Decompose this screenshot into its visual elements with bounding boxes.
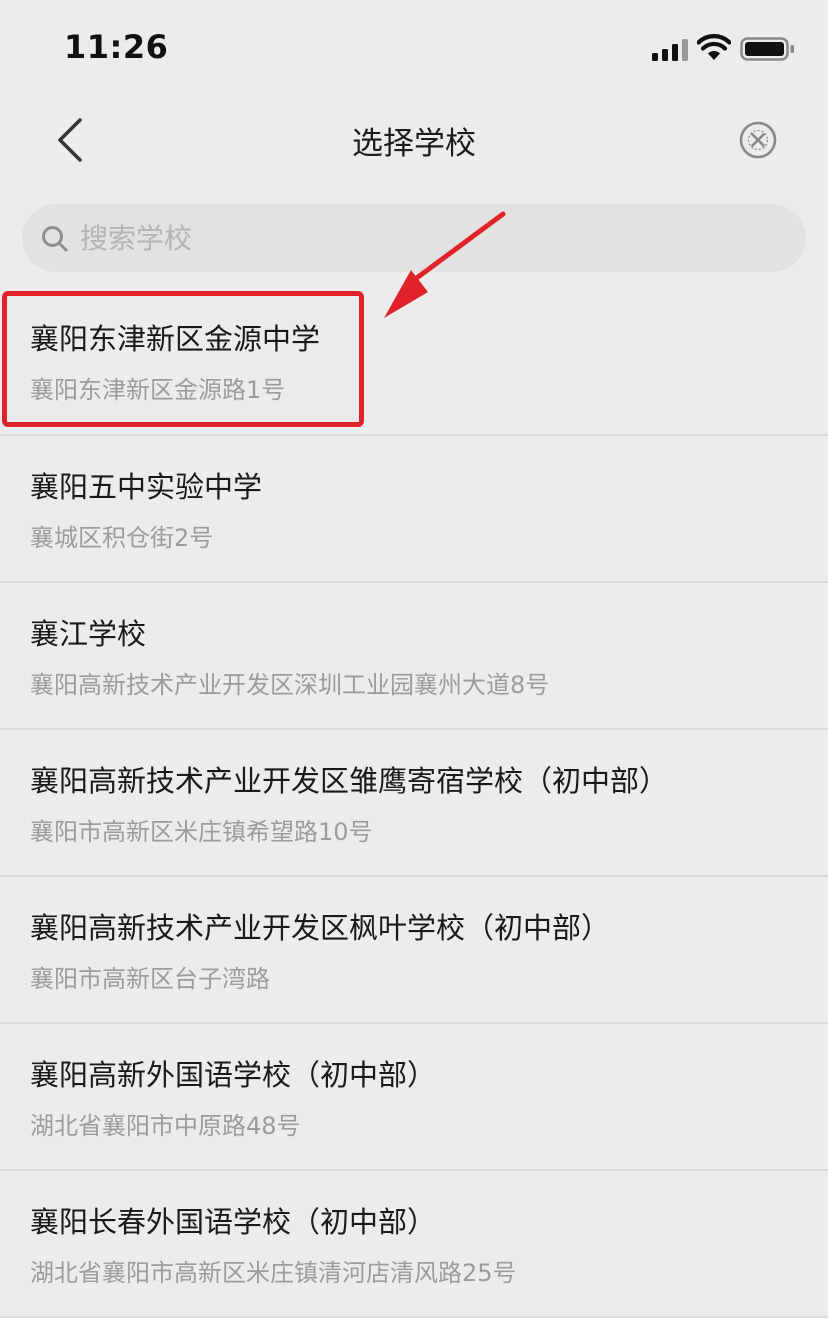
school-name: 襄阳五中实验中学 [30, 470, 263, 504]
school-name: 襄阳东津新区金源中学 [30, 322, 321, 356]
school-list: 襄阳东津新区金源中学 襄阳东津新区金源路1号 襄阳五中实验中学 襄城区积仓街2号… [0, 288, 828, 1318]
status-bar: 11:26 [0, 0, 828, 96]
search-input[interactable] [80, 204, 780, 272]
school-address: 襄阳高新技术产业开发区深圳工业园襄州大道8号 [30, 671, 550, 699]
school-name: 襄江学校 [30, 617, 147, 651]
school-address: 湖北省襄阳市高新区米庄镇清河店清风路25号 [30, 1259, 517, 1287]
school-name: 襄阳高新技术产业开发区枫叶学校（初中部） [30, 911, 611, 945]
school-list-item[interactable]: 襄江学校 襄阳高新技术产业开发区深圳工业园襄州大道8号 [0, 583, 828, 730]
school-list-item[interactable]: 襄阳东津新区金源中学 襄阳东津新区金源路1号 [0, 288, 828, 436]
page-title: 选择学校 [352, 126, 476, 162]
search-icon [42, 226, 68, 252]
school-address: 襄阳市高新区台子湾路 [30, 965, 270, 993]
school-address: 襄阳市高新区米庄镇希望路10号 [30, 818, 373, 846]
school-name: 襄阳长春外国语学校（初中部） [30, 1205, 437, 1239]
school-address: 湖北省襄阳市中原路48号 [30, 1112, 301, 1140]
school-list-item[interactable]: 襄阳高新外国语学校（初中部） 湖北省襄阳市中原路48号 [0, 1024, 828, 1171]
school-list-item[interactable]: 襄阳五中实验中学 襄城区积仓街2号 [0, 436, 828, 583]
battery-icon [740, 37, 794, 61]
wifi-icon [697, 34, 731, 60]
circle-close-icon [739, 121, 777, 159]
close-button[interactable] [732, 114, 784, 166]
cellular-signal-icon [652, 39, 688, 61]
school-address: 襄阳东津新区金源路1号 [30, 376, 286, 404]
school-list-item[interactable]: 襄阳高新技术产业开发区雏鹰寄宿学校（初中部） 襄阳市高新区米庄镇希望路10号 [0, 730, 828, 877]
school-name: 襄阳高新技术产业开发区雏鹰寄宿学校（初中部） [30, 764, 669, 798]
search-bar[interactable] [22, 204, 806, 272]
nav-bar: 选择学校 [0, 96, 828, 186]
status-time: 11:26 [64, 28, 169, 66]
school-list-item[interactable]: 襄阳高新技术产业开发区枫叶学校（初中部） 襄阳市高新区台子湾路 [0, 877, 828, 1024]
school-address: 襄城区积仓街2号 [30, 524, 214, 552]
school-list-item[interactable]: 襄阳长春外国语学校（初中部） 湖北省襄阳市高新区米庄镇清河店清风路25号 [0, 1171, 828, 1318]
school-name: 襄阳高新外国语学校（初中部） [30, 1058, 437, 1092]
